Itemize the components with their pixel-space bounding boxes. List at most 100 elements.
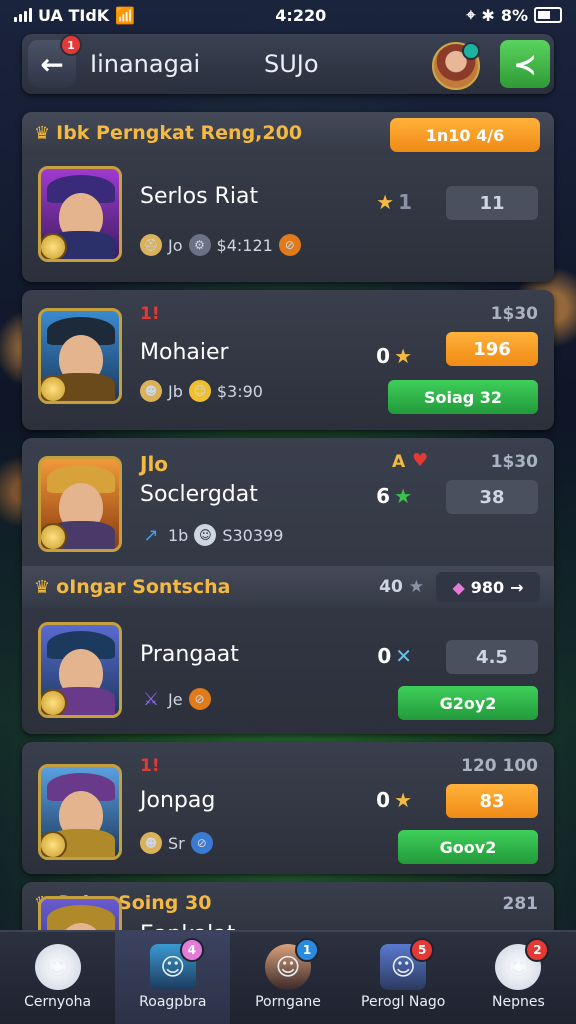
star-icon: ★ — [394, 788, 412, 812]
player-name: Mohaier — [140, 340, 229, 365]
nav-item-players[interactable]: ☺ 1 Porngane — [230, 932, 345, 1024]
gear-icon: ⚙ — [188, 234, 211, 256]
chat-icon: ☺ 2 — [495, 938, 550, 990]
action-button[interactable]: G2oy2 — [398, 686, 538, 720]
profile-avatar[interactable] — [432, 42, 480, 90]
player-avatar — [38, 166, 122, 262]
captain-icon: ☺ 5 — [380, 938, 435, 990]
gem-pill[interactable]: ◆ 980 → — [436, 572, 540, 602]
nav-item-roster[interactable]: ☺ 4 Roagpbra — [115, 932, 231, 1024]
nav-badge: 5 — [410, 938, 435, 962]
top-right-value: 120 100 — [461, 756, 538, 776]
player-name: Serlos Riat — [140, 184, 259, 209]
nav-label: Nepnes — [492, 994, 545, 1010]
page-title: Iinanagai — [90, 50, 201, 78]
player-avatar — [38, 764, 122, 860]
share-icon: ≺ — [513, 47, 537, 81]
nav-label: Cernyoha — [24, 994, 92, 1010]
bottom-navigation: ☺ Cernyoha ☺ 4 Roagpbra ☺ 1 Porngane ☺ 5… — [0, 930, 576, 1024]
points-box[interactable]: 4.5 — [446, 640, 538, 674]
player-card[interactable]: Jlo A ♥ 1$30 Soclergdat ↗ 1b ☺ S30399 6 … — [22, 438, 554, 734]
points-box[interactable]: 196 — [446, 332, 538, 366]
stat-value: $3:90 — [216, 381, 263, 401]
helmet-icon: ⛑ — [140, 234, 162, 256]
points-box[interactable]: 83 — [446, 784, 538, 818]
player-avatar — [38, 622, 122, 718]
nav-item-messages[interactable]: ☺ 2 Nepnes — [461, 932, 576, 1024]
player-stats: ⚔ Je ⊘ — [140, 688, 211, 710]
star-icon: ★ — [394, 484, 412, 508]
arrow-icon: ↗ — [143, 524, 159, 546]
arrow-left-icon: ← — [40, 47, 64, 81]
battery-percent: 8% — [500, 5, 528, 25]
section-count: 40 ★ — [379, 577, 424, 597]
arrow-right-icon: → — [510, 577, 524, 597]
top-right-value: 1$30 — [490, 304, 538, 324]
top-header: ← 1 Iinanagai SUJo ≺ — [22, 34, 554, 94]
gem-value: 980 — [470, 577, 505, 597]
points-box[interactable]: 38 — [446, 480, 538, 514]
nav-badge: 1 — [295, 938, 319, 962]
star-icon: ★ — [408, 577, 424, 597]
section-reward-pill[interactable]: 1n10 4/6 — [390, 118, 540, 152]
ghost-icon: ☺ — [34, 944, 81, 990]
nav-badge: 2 — [525, 938, 550, 962]
score-value: 6 — [376, 484, 391, 508]
player-row[interactable]: 1! 120 100 Jonpag ☻ Sr ⊘ 0 ★ 83 Goov2 — [22, 742, 554, 874]
leaderboard-section-card: ♛ Ibk Perngkat Reng,200 1n10 4/6 Serlos … — [22, 112, 554, 282]
medal-icon — [41, 689, 67, 715]
player-score: 0 ✕ — [377, 644, 412, 668]
medal-icon — [41, 233, 67, 259]
stat-label: Jo — [168, 235, 183, 255]
player-row[interactable]: 1! 1$30 Mohaier ☻ Jb ☺ $3:90 0 ★ 196 Soi… — [22, 290, 554, 430]
online-dot-icon — [462, 42, 480, 60]
player-card[interactable]: 1! 1$30 Mohaier ☻ Jb ☺ $3:90 0 ★ 196 Soi… — [22, 290, 554, 430]
points-box[interactable]: 11 — [446, 186, 538, 220]
nav-item-home[interactable]: ☺ Cernyoha — [0, 932, 115, 1024]
medal-icon — [41, 375, 67, 401]
location-icon: ⌖ — [466, 5, 476, 24]
section-title: Ibk Perngkat Reng,200 — [56, 122, 303, 144]
star-icon: ★ — [376, 190, 395, 214]
nav-item-profile[interactable]: ☺ 5 Perogl Nago — [346, 932, 461, 1024]
action-button[interactable]: Goov2 — [398, 830, 538, 864]
skull-icon: ☻ — [140, 832, 162, 854]
back-button[interactable]: ← 1 — [28, 34, 82, 88]
player-row[interactable]: Prangaat ⚔ Je ⊘ 0 ✕ 4.5 G2oy2 — [22, 608, 554, 734]
score-value: 0 — [377, 644, 392, 668]
ghost-icon: ☺ — [194, 524, 217, 546]
status-bar: UA TIdK 📶 4:220 ⌖ ✱ 8% — [0, 0, 576, 30]
player-stats: ⛑ Jo ⚙ $4:121 ⊘ — [140, 234, 301, 256]
score-value: 0 — [376, 788, 391, 812]
score-value: 1 — [398, 190, 412, 214]
stat-label: Je — [168, 689, 183, 709]
share-button[interactable]: ≺ — [500, 40, 550, 88]
star-icon: ★ — [394, 344, 412, 368]
score-value: 0 — [376, 344, 391, 368]
stat-value: $4:121 — [216, 235, 273, 255]
swords-icon: ⚔ — [142, 688, 160, 710]
player-card[interactable]: 1! 120 100 Jonpag ☻ Sr ⊘ 0 ★ 83 Goov2 — [22, 742, 554, 874]
character-icon: ☺ 4 — [149, 938, 204, 990]
action-button[interactable]: Soiag 32 — [388, 380, 538, 414]
cross-icon: ✕ — [395, 644, 412, 668]
ball-icon: ⊘ — [278, 234, 301, 256]
player-row[interactable]: Jlo A ♥ 1$30 Soclergdat ↗ 1b ☺ S30399 6 … — [22, 438, 554, 566]
heart-icon: ♥ — [412, 450, 429, 471]
player-name: Prangaat — [140, 642, 239, 667]
rank-tag: Jlo — [140, 452, 169, 476]
stat-label: Jb — [168, 381, 183, 401]
section-header: ♛ oIngar Sontscha 40 ★ ◆ 980 → — [22, 566, 554, 608]
stat-label: 1b — [168, 525, 189, 545]
nav-label: Roagpbra — [139, 994, 207, 1010]
ball-icon: ⊘ — [190, 832, 213, 854]
player-score: 0 ★ — [376, 788, 412, 812]
player-row[interactable]: Serlos Riat ⛑ Jo ⚙ $4:121 ⊘ ★ 1 11 — [22, 154, 554, 282]
section-title: oIngar Sontscha — [56, 576, 231, 598]
battery-icon — [534, 7, 562, 23]
section-header: ♛ Ibk Perngkat Reng,200 1n10 4/6 — [22, 112, 554, 154]
player-avatar — [38, 456, 122, 552]
carrier-label: UA TIdK — [38, 5, 110, 25]
ball-icon: ⊘ — [188, 688, 211, 710]
smile-icon: ☺ — [188, 380, 211, 402]
